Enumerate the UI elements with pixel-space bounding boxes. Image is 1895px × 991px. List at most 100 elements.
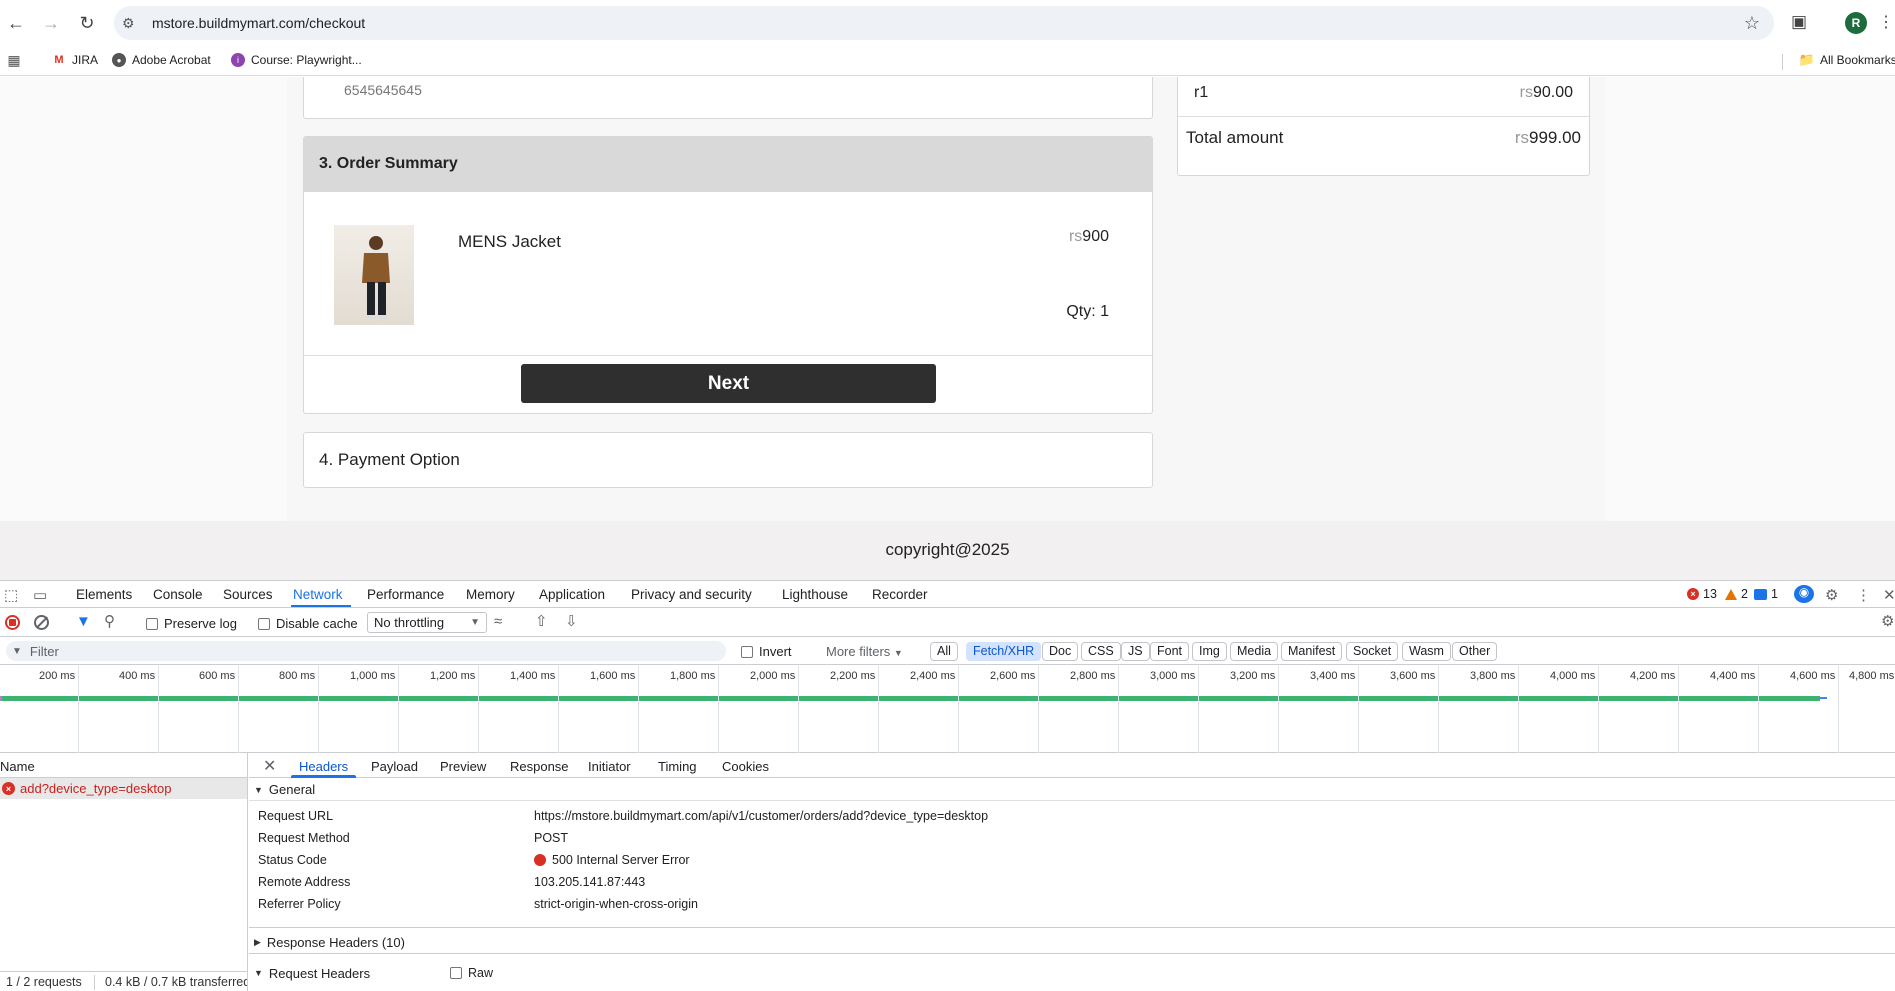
expanded-triangle-icon: ▼	[254, 784, 263, 795]
type-filter-all[interactable]: All	[930, 642, 958, 661]
close-icon[interactable]: ✕	[263, 756, 276, 776]
tab-sources[interactable]: Sources	[223, 587, 273, 602]
type-filter-other[interactable]: Other	[1452, 642, 1498, 661]
order-summary-header[interactable]: 3. Order Summary	[304, 137, 1152, 192]
folder-icon: 📁	[1798, 52, 1816, 67]
active-tab-indicator	[291, 605, 351, 607]
timeline-gridline	[1838, 666, 1839, 753]
ai-assistance-icon[interactable]: ◉	[1794, 585, 1814, 603]
tab-application[interactable]: Application	[539, 587, 605, 602]
network-conditions-icon[interactable]: ≈	[494, 613, 502, 630]
disable-cache-checkbox[interactable]: Disable cache	[258, 616, 358, 631]
details-tabbar: ✕ Headers Payload Preview Response Initi…	[249, 753, 1895, 778]
general-section-toggle[interactable]: ▼ General	[249, 779, 1895, 801]
status-error-dot	[534, 854, 546, 866]
tab-response[interactable]: Response	[510, 759, 569, 774]
type-filter-img[interactable]: Img	[1192, 642, 1227, 661]
inspect-element-icon[interactable]: ⬚	[4, 586, 18, 604]
timeline-gridline	[878, 666, 879, 753]
type-filter-font[interactable]: Font	[1150, 642, 1190, 661]
type-filter-media[interactable]: Media	[1230, 642, 1279, 661]
referrer-policy-label: Referrer Policy	[258, 897, 341, 911]
page-footer: copyright@2025	[0, 521, 1895, 580]
tab-privacy-security[interactable]: Privacy and security	[631, 587, 752, 602]
request-details: ✕ Headers Payload Preview Response Initi…	[249, 753, 1895, 991]
tab-recorder[interactable]: Recorder	[872, 587, 928, 602]
import-har-icon[interactable]: ⇧	[535, 612, 548, 630]
tab-console[interactable]: Console	[153, 587, 203, 602]
tab-preview[interactable]: Preview	[440, 759, 486, 774]
request-headers-toggle[interactable]: ▼ Request Headers Raw	[249, 962, 1895, 984]
filter-icon[interactable]: ▼	[76, 613, 91, 630]
site-info-icon[interactable]: ⚙	[122, 15, 152, 32]
transferred-size: 0.4 kB / 0.7 kB transferred	[105, 975, 247, 989]
warning-count[interactable]: 2	[1725, 587, 1748, 601]
tab-payload[interactable]: Payload	[371, 759, 418, 774]
type-filter-fetch-xhr[interactable]: Fetch/XHR	[966, 642, 1042, 661]
type-filter-socket[interactable]: Socket	[1346, 642, 1399, 661]
timeline-gridline	[1038, 666, 1039, 753]
all-bookmarks-folder[interactable]: 📁 All Bookmarks	[1798, 52, 1895, 67]
type-filter-manifest[interactable]: Manifest	[1281, 642, 1343, 661]
active-tab-indicator	[291, 775, 356, 778]
message-count[interactable]: 1	[1754, 587, 1778, 601]
clear-log-icon[interactable]	[34, 615, 49, 630]
devtools-menu-icon[interactable]: ⋮	[1856, 586, 1871, 604]
device-toolbar-icon[interactable]: ▭	[33, 586, 47, 604]
address-bar[interactable]: ⚙ mstore.buildmymart.com/checkout ☆	[114, 6, 1774, 40]
tab-headers[interactable]: Headers	[299, 759, 348, 774]
invert-checkbox[interactable]: Invert	[741, 644, 792, 659]
type-filter-doc[interactable]: Doc	[1042, 642, 1079, 661]
tab-timing[interactable]: Timing	[658, 759, 697, 774]
type-filter-js[interactable]: JS	[1121, 642, 1150, 661]
forward-icon[interactable]: →	[39, 11, 63, 35]
tab-lighthouse[interactable]: Lighthouse	[782, 587, 848, 602]
chrome-menu-icon[interactable]: ⋮	[1878, 12, 1894, 32]
tab-performance[interactable]: Performance	[367, 587, 444, 602]
stop-recording-button[interactable]	[5, 615, 20, 630]
throttling-value: No throttling	[374, 615, 445, 630]
bookmark-jira[interactable]: M JIRA	[52, 53, 98, 67]
timeline-gridline	[638, 666, 639, 753]
preserve-log-checkbox[interactable]: Preserve log	[146, 616, 237, 631]
throttling-select[interactable]: No throttling ▼	[367, 612, 487, 633]
bookmark-playwright-course[interactable]: i Course: Playwright...	[231, 53, 362, 67]
response-headers-toggle[interactable]: ▶ Response Headers (10)	[249, 932, 1895, 954]
network-overview-timeline[interactable]: 200 ms 400 ms 600 ms 800 ms 1,000 ms 1,200 ms…	[0, 666, 1895, 753]
timeline-tick-label: 3,800 ms	[1470, 670, 1516, 682]
type-filter-css[interactable]: CSS	[1081, 642, 1121, 661]
bookmark-star-icon[interactable]: ☆	[1744, 13, 1760, 34]
back-icon[interactable]: ←	[4, 11, 28, 35]
tab-elements[interactable]: Elements	[76, 587, 132, 602]
raw-checkbox[interactable]: Raw	[450, 962, 493, 984]
apps-grid-icon[interactable]: ▦	[7, 52, 21, 68]
network-settings-icon[interactable]: ⚙	[1881, 612, 1894, 630]
filter-input[interactable]: ▼ Filter	[6, 641, 726, 661]
checkout-page: 6545645645 3. Order Summary MENS Jacket …	[0, 77, 1895, 521]
profile-avatar[interactable]: R	[1845, 12, 1867, 34]
search-icon[interactable]: ⚲	[104, 612, 115, 630]
next-button[interactable]: Next	[521, 364, 936, 403]
name-column-header[interactable]: Name	[0, 753, 247, 778]
price-value: 900	[1082, 228, 1109, 245]
timeline-gridline	[558, 666, 559, 753]
timeline-tick-label: 2,800 ms	[1070, 670, 1116, 682]
tab-initiator[interactable]: Initiator	[588, 759, 631, 774]
url-text[interactable]: mstore.buildmymart.com/checkout	[152, 15, 365, 31]
payment-option-title: 4. Payment Option	[319, 450, 460, 469]
request-row[interactable]: × add?device_type=desktop	[0, 778, 247, 799]
tab-cookies[interactable]: Cookies	[722, 759, 769, 774]
tab-memory[interactable]: Memory	[466, 587, 515, 602]
payment-option-card[interactable]: 4. Payment Option	[303, 432, 1153, 488]
extensions-icon[interactable]: ▣	[1791, 12, 1813, 34]
error-count[interactable]: × 13	[1687, 587, 1717, 601]
close-devtools-icon[interactable]: ✕	[1883, 586, 1895, 604]
type-filter-wasm[interactable]: Wasm	[1402, 642, 1451, 661]
reload-icon[interactable]: ↻	[75, 11, 99, 35]
settings-gear-icon[interactable]: ⚙	[1825, 586, 1838, 604]
tab-network[interactable]: Network	[293, 587, 343, 602]
bookmark-adobe-acrobat[interactable]: ● Adobe Acrobat	[112, 53, 211, 67]
checkbox-label: Preserve log	[164, 616, 237, 631]
more-filters-dropdown[interactable]: More filters ▼	[826, 644, 903, 659]
export-har-icon[interactable]: ⇩	[565, 612, 578, 630]
